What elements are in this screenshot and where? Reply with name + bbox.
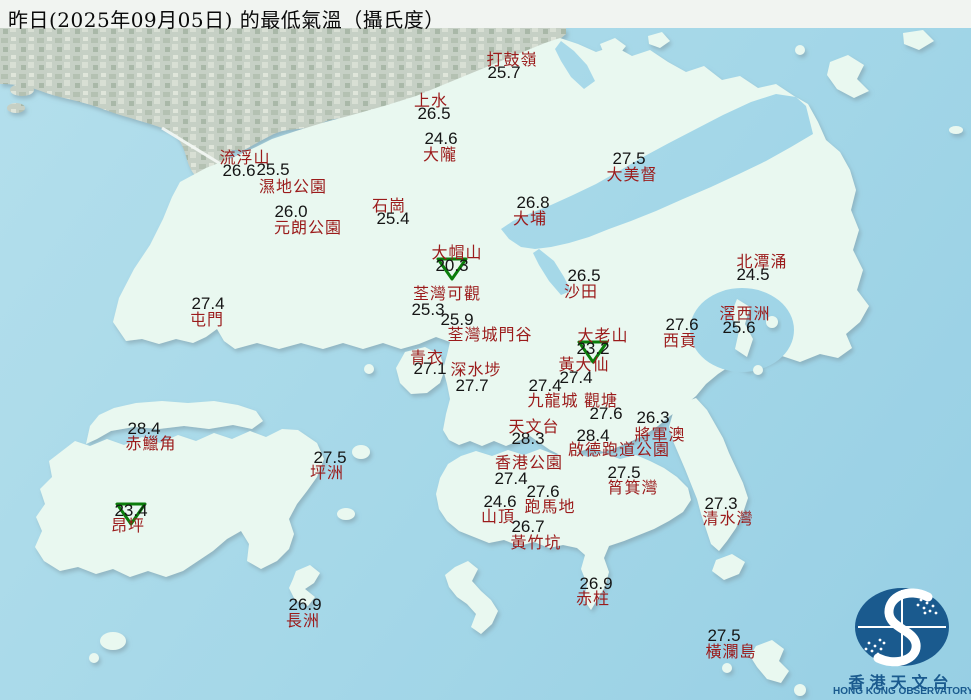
station-name: 濕地公園	[258, 177, 328, 196]
hong-kong-map	[0, 0, 971, 700]
station-name: 荃灣城門谷	[447, 325, 533, 344]
station-name: 香港公園	[494, 453, 564, 472]
station-name: 跑馬地	[524, 497, 576, 516]
station-name: 北潭涌	[736, 252, 788, 271]
station-name: 大隴	[422, 145, 458, 164]
station-name: 元朗公園	[273, 218, 343, 237]
weather-map-page: 昨日(2025年09月05日) 的最低氣溫（攝氏度） 25.7 打鼓嶺 26.5 上水…	[0, 0, 971, 700]
observatory-logo-icon	[855, 588, 949, 667]
map-title: 昨日(2025年09月05日) 的最低氣溫（攝氏度）	[8, 8, 445, 32]
station-name: 山頂	[480, 507, 516, 526]
station-name: 荃灣可觀	[412, 284, 482, 303]
station-name: 筲箕灣	[607, 478, 659, 497]
station-name: 赤柱	[575, 589, 611, 608]
station-name: 坪洲	[309, 463, 345, 482]
station-name: 打鼓嶺	[486, 50, 538, 69]
station-name: 橫瀾島	[705, 642, 757, 661]
station-name: 天文台	[508, 417, 560, 436]
station-name: 上水	[413, 91, 449, 110]
observatory-name-english: HONG KONG OBSERVATORY	[833, 686, 971, 697]
station-name: 昂坪	[110, 516, 146, 535]
station-name: 深水埗	[450, 360, 502, 379]
station-name: 石崗	[371, 196, 407, 215]
station-name: 西貢	[662, 331, 698, 350]
station-name: 大帽山	[431, 243, 483, 262]
station-name: 青衣	[409, 348, 445, 367]
station-name: 清水灣	[702, 509, 754, 528]
station-name: 沙田	[563, 282, 599, 301]
station-name: 觀塘	[583, 391, 619, 410]
station-name: 黃大仙	[558, 355, 610, 374]
station-name: 赤鱲角	[125, 434, 177, 453]
station-name: 九龍城	[527, 391, 579, 410]
station-name: 屯門	[189, 310, 225, 329]
station-name: 大老山	[577, 326, 629, 345]
station-name: 大埔	[512, 209, 548, 228]
station-name: 將軍澳	[634, 425, 686, 444]
station-name: 大美督	[606, 165, 658, 184]
station-name: 黃竹坑	[510, 533, 562, 552]
station-name: 滘西洲	[719, 304, 771, 323]
station-name: 長洲	[285, 611, 321, 630]
